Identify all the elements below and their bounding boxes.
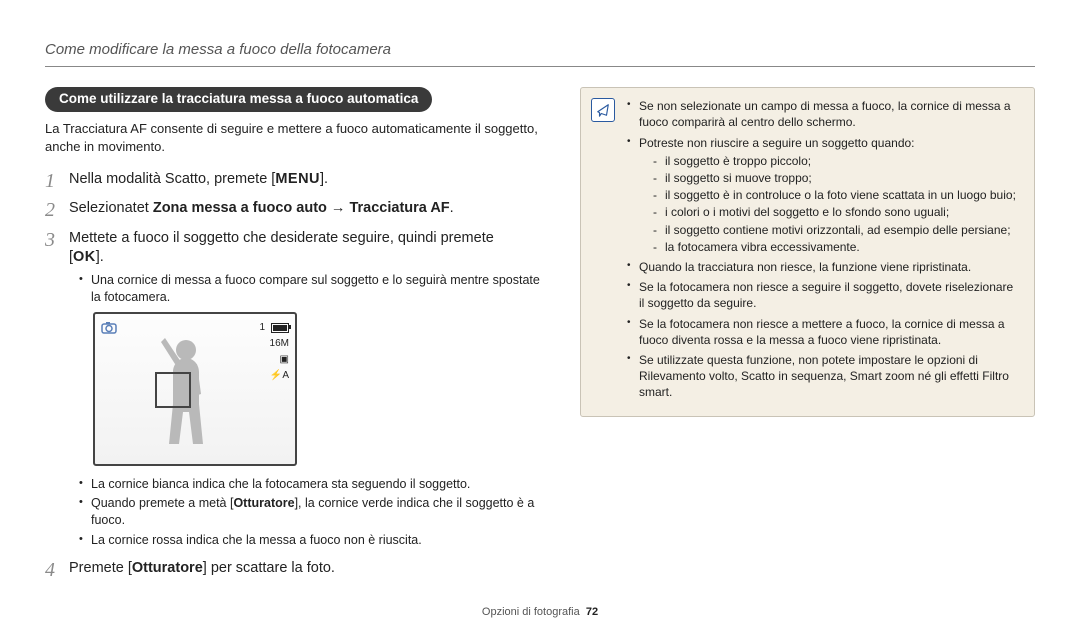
- step3-bullet-green: Quando premete a metà [Otturatore], la c…: [79, 495, 545, 529]
- left-column: Come utilizzare la tracciatura messa a f…: [45, 87, 545, 588]
- section-title: Come modificare la messa a fuoco della f…: [45, 40, 1035, 60]
- osd-resolution: 16M: [270, 336, 289, 352]
- note-item-4: Se la fotocamera non riesce a seguire il…: [627, 279, 1020, 311]
- note-box: Se non selezionate un campo di messa a f…: [580, 87, 1035, 417]
- intro-text: La Tracciatura AF consente di seguire e …: [45, 120, 545, 155]
- step3-sublist-b: La cornice bianca indica che la fotocame…: [69, 476, 545, 550]
- step-4: Premete [Otturatore] per scattare la fot…: [45, 559, 545, 579]
- note-item-2: Potreste non riuscire a seguire un sogge…: [627, 135, 1020, 255]
- page-number: 72: [586, 606, 598, 618]
- topic-pill: Come utilizzare la tracciatura messa a f…: [45, 87, 432, 112]
- step3-bullet-white: La cornice bianca indica che la fotocame…: [79, 476, 545, 493]
- mode-icon: [101, 320, 117, 336]
- osd-metering-icon: ▣: [280, 352, 289, 368]
- shutter-bold: Otturatore: [233, 496, 294, 510]
- menu-label: MENU: [275, 171, 320, 187]
- step2-bold1: Zona messa a fuoco auto: [153, 200, 327, 216]
- step3-line1: Mettete a fuoco il soggetto che desidera…: [69, 230, 494, 246]
- footer-text: Opzioni di fotografia: [482, 606, 580, 618]
- ok-label: OK: [73, 249, 96, 265]
- step4-bold: Otturatore: [132, 560, 203, 576]
- note-icon: [591, 98, 615, 122]
- note-item-6: Se utilizzate questa funzione, non potet…: [627, 352, 1020, 401]
- osd-panel: 1 16M ▣ ⚡A: [259, 320, 289, 384]
- camera-lcd-preview: 1 16M ▣ ⚡A: [93, 312, 297, 466]
- note-dash-6: la fotocamera vibra eccessivamente.: [653, 239, 1020, 255]
- step3-bullet-frame-follow: Una cornice di messa a fuoco compare sul…: [79, 272, 545, 306]
- note-dash-3: il soggetto è in controluce o la foto vi…: [653, 187, 1020, 203]
- step1-suffix: ].: [320, 171, 328, 187]
- note-dash-1: il soggetto è troppo piccolo;: [653, 153, 1020, 169]
- step-2: Selezionatet Zona messa a fuoco auto → T…: [45, 199, 545, 219]
- step4-suffix: ] per scattare la foto.: [203, 560, 335, 576]
- step3-sublist-a: Una cornice di messa a fuoco compare sul…: [69, 272, 545, 306]
- step4-prefix: Premete [: [69, 560, 132, 576]
- osd-flash-icon: ⚡A: [270, 368, 289, 384]
- columns: Come utilizzare la tracciatura messa a f…: [45, 87, 1035, 588]
- step2-prefix: Selezionatet: [69, 200, 153, 216]
- note-dash-list: il soggetto è troppo piccolo; il soggett…: [639, 153, 1020, 255]
- footer: Opzioni di fotografia 72: [0, 605, 1080, 620]
- note-dash-4: i colori o i motivi del soggetto e lo sf…: [653, 204, 1020, 220]
- step-1: Nella modalità Scatto, premete [MENU].: [45, 170, 545, 190]
- step-3: Mettete a fuoco il soggetto che desidera…: [45, 229, 545, 549]
- step3-ok-close: ].: [96, 249, 104, 265]
- focus-frame: [155, 372, 191, 408]
- note-item-5: Se la fotocamera non riesce a mettere a …: [627, 316, 1020, 348]
- step2-bold2: Tracciatura AF: [349, 200, 449, 216]
- battery-icon: [271, 323, 289, 333]
- step2-suffix: .: [450, 200, 454, 216]
- note-item-1: Se non selezionate un campo di messa a f…: [627, 98, 1020, 130]
- step3-bullet-red: La cornice rossa indica che la messa a f…: [79, 532, 545, 549]
- steps-list: Nella modalità Scatto, premete [MENU]. S…: [45, 170, 545, 579]
- note-dash-2: il soggetto si muove troppo;: [653, 170, 1020, 186]
- step1-text: Nella modalità Scatto, premete [: [69, 171, 275, 187]
- note-list: Se non selezionate un campo di messa a f…: [627, 98, 1020, 400]
- note-item-3: Quando la tracciatura non riesce, la fun…: [627, 259, 1020, 275]
- manual-page: Come modificare la messa a fuoco della f…: [0, 0, 1080, 630]
- note-dash-5: il soggetto contiene motivi orizzontali,…: [653, 222, 1020, 238]
- osd-count: 1: [259, 320, 265, 336]
- divider: [45, 66, 1035, 67]
- step2-arrow: →: [327, 200, 350, 216]
- right-column: Se non selezionate un campo di messa a f…: [580, 87, 1035, 588]
